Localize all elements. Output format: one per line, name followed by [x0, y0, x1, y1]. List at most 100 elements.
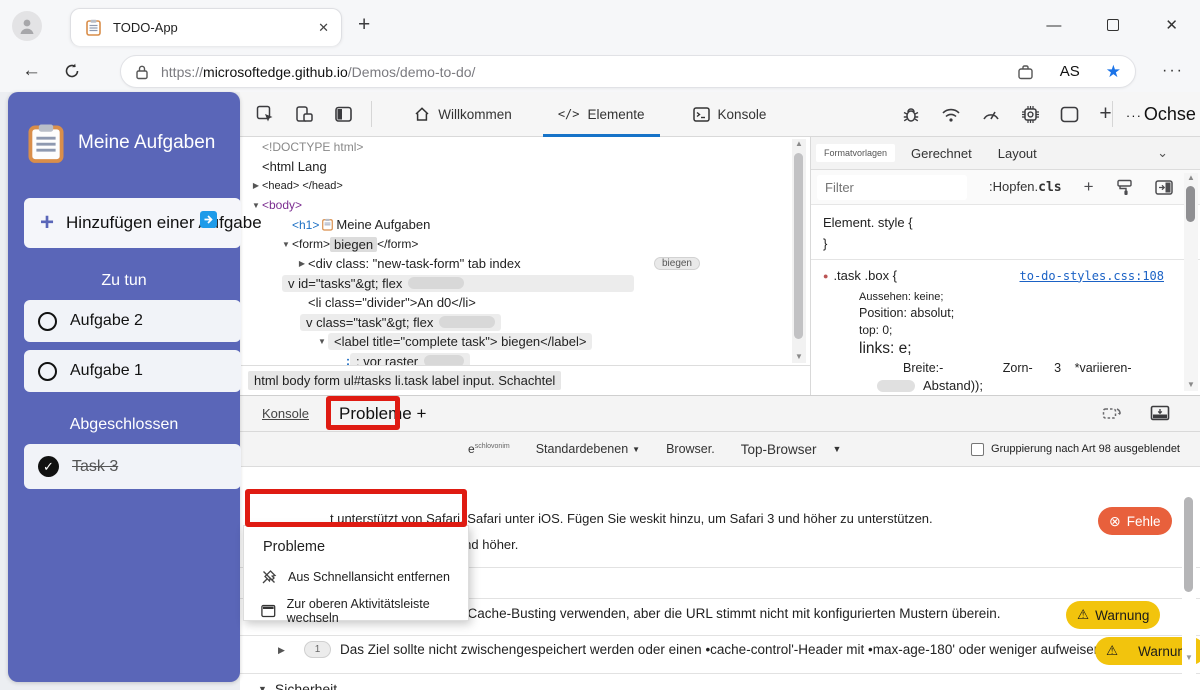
maximize-button[interactable] — [1107, 19, 1119, 31]
device-emulation-icon[interactable] — [295, 105, 314, 124]
stylesheet-link[interactable]: to-do-styles.css:108 — [1020, 269, 1165, 283]
dom-form-close[interactable]: </form> — [377, 237, 418, 251]
dom-form-flex[interactable]: biegen — [330, 237, 377, 252]
collapse-arrow-icon[interactable]: ▼ — [250, 201, 262, 210]
dom-scrollbar[interactable]: ▲ ▼ — [792, 139, 806, 363]
collections-icon[interactable] — [1017, 64, 1034, 80]
collapse-arrow-icon[interactable]: ▼ — [258, 684, 267, 690]
task-label: Aufgabe 1 — [70, 362, 143, 380]
breadcrumb-path[interactable]: html body form ul#tasks li.task label in… — [248, 371, 561, 390]
performance-icon[interactable] — [981, 106, 1001, 123]
tab-elemente[interactable]: </> Elemente — [543, 92, 660, 137]
tab-close-icon[interactable]: ✕ — [318, 20, 329, 36]
menu-item-remove-quickview[interactable]: Aus Schnellansicht entfernen — [244, 563, 468, 591]
toggle-sidebar-icon[interactable] — [1155, 180, 1173, 195]
back-button[interactable]: ← — [22, 60, 41, 82]
expand-arrow-icon[interactable]: ▶ — [250, 181, 262, 190]
network-conditions-icon[interactable] — [941, 106, 961, 123]
group-by-kind-checkbox[interactable]: Gruppierung nach Art 98 ausgeblendet — [971, 443, 1180, 456]
tab-konsole[interactable]: Konsole — [678, 92, 782, 137]
scroll-thumb[interactable] — [1186, 186, 1195, 222]
scroll-thumb[interactable] — [794, 153, 803, 339]
styles-rules: Element. style { } ● .task .box { to-do-… — [811, 205, 1200, 393]
dom-form-open[interactable]: <form> — [292, 237, 330, 251]
css-prop[interactable]: top: 0; — [859, 323, 1188, 337]
dom-h1-tag[interactable]: <h1> — [292, 218, 319, 232]
tab-layout[interactable]: Layout — [998, 146, 1037, 161]
minimize-button[interactable]: — — [1046, 17, 1061, 34]
dom-head[interactable]: <head> </head> — [262, 180, 343, 192]
add-panel-icon[interactable]: + — [1099, 102, 1111, 126]
expand-arrow-icon[interactable]: ▶ — [278, 645, 285, 656]
element-style-open[interactable]: Element. style { — [823, 215, 1188, 230]
dom-before-pseudo[interactable]: : vor raster — [350, 353, 470, 365]
default-levels-dropdown[interactable]: Standardebenen▼ — [536, 442, 640, 456]
scroll-down-icon[interactable]: ▼ — [1182, 653, 1196, 662]
dom-li-task[interactable]: v class="task"&gt; flex — [300, 314, 501, 331]
favorite-star-icon[interactable]: ★ — [1106, 62, 1121, 82]
dom-ul-tasks[interactable]: v id="tasks"&gt; flex — [282, 275, 634, 292]
collapse-arrow-icon[interactable]: ▼ — [280, 240, 292, 249]
scroll-down-icon[interactable]: ▼ — [792, 352, 806, 361]
dock-drawer-icon[interactable] — [1150, 405, 1170, 421]
dom-doctype[interactable]: <!DOCTYPE html> — [262, 140, 363, 154]
checkbox-icon[interactable] — [971, 443, 984, 456]
drawer-tab-konsole[interactable]: Konsole — [262, 406, 309, 421]
flex-badge[interactable]: biegen — [654, 257, 700, 270]
task-checked-icon[interactable]: ✓ — [38, 456, 59, 477]
dock-side-icon[interactable] — [334, 105, 353, 124]
css-prop[interactable]: Aussehen: keine; — [859, 291, 1188, 303]
css-prop[interactable]: Abstand)); — [859, 378, 1188, 393]
scroll-up-icon[interactable]: ▲ — [792, 139, 806, 148]
task-checkbox[interactable] — [38, 312, 57, 331]
dom-div-newtaskform[interactable]: <div class: "new-task-form" tab index — [308, 256, 521, 271]
layout-panel-icon[interactable] — [1060, 106, 1079, 123]
browser-tab[interactable]: TODO-App ✕ — [70, 8, 342, 46]
devtools-more-menu[interactable]: ··· Ochse — [1126, 104, 1196, 125]
top-browser-dropdown[interactable]: Top-Browser▼ — [741, 442, 842, 457]
new-tab-button[interactable]: + — [358, 13, 370, 37]
collapse-arrow-icon[interactable]: ▼ — [316, 337, 328, 346]
task-item-done[interactable]: ✓ Task 3 — [24, 444, 241, 489]
styles-filter-input[interactable] — [817, 175, 967, 200]
refresh-button[interactable] — [63, 62, 81, 80]
styles-scrollbar[interactable]: ▲ ▼ — [1184, 173, 1198, 391]
issue-warning-text[interactable]: Das Ziel sollte nicht zwischengespeicher… — [340, 642, 1105, 657]
inspect-element-icon[interactable] — [256, 105, 275, 124]
task-checkbox[interactable] — [38, 362, 57, 381]
chevron-down-icon[interactable]: ⌄ — [1157, 145, 1168, 161]
dom-label-complete-task[interactable]: <label title="complete task"> biegen</la… — [328, 333, 592, 350]
css-prop-row[interactable]: Breite:- Zorn- 3 *variieren- — [859, 361, 1188, 375]
dom-body[interactable]: <body> — [262, 198, 302, 212]
scroll-thumb[interactable] — [1184, 497, 1193, 592]
scroll-up-icon[interactable]: ▲ — [1184, 173, 1198, 182]
rotate-panel-icon[interactable] — [1102, 405, 1122, 422]
browser-menu-icon[interactable]: ··· — [1162, 62, 1184, 80]
profile-initials[interactable]: AS — [1060, 63, 1080, 80]
dom-html[interactable]: <html Lang — [262, 159, 327, 174]
cpu-icon[interactable] — [1021, 105, 1040, 124]
dom-li-divider[interactable]: <li class="divider">An d0</li> — [308, 295, 476, 310]
css-prop[interactable]: links: e; — [859, 340, 1188, 358]
tab-willkommen[interactable]: Willkommen — [399, 92, 527, 137]
issues-scrollbar[interactable]: ▼ — [1182, 467, 1196, 690]
paintbrush-icon[interactable] — [1116, 179, 1133, 196]
css-prop[interactable]: Position: absolut; — [859, 306, 1188, 320]
tab-formatvorlagen[interactable]: Formatvorlagen — [816, 144, 895, 162]
window-close-button[interactable]: ✕ — [1165, 16, 1178, 34]
scroll-down-icon[interactable]: ▼ — [1184, 380, 1198, 389]
new-style-rule-icon[interactable]: + — [1084, 177, 1094, 197]
address-bar[interactable]: https://microsoftedge.github.io/Demos/de… — [120, 55, 1136, 88]
dom-h1-text[interactable]: Meine Aufgaben — [336, 217, 430, 232]
menu-item-move-activitybar[interactable]: Zur oberen Aktivitätsleiste wechseln — [244, 597, 468, 625]
task-item[interactable]: Aufgabe 2 — [24, 300, 241, 342]
profile-avatar[interactable] — [12, 11, 42, 41]
issues-bug-icon[interactable] — [901, 105, 921, 124]
tab-gerechnet[interactable]: Gerechnet — [911, 146, 972, 161]
task-item[interactable]: Aufgabe 1 — [24, 350, 241, 392]
section-partial[interactable]: ▼ Sicherheit — [258, 681, 337, 690]
hov-toggle[interactable]: :Hopfen.cls — [989, 179, 1062, 195]
rule-selector[interactable]: .task .box { — [833, 268, 897, 283]
add-task-button[interactable]: + Hinzufügen einer Aufgabe — [24, 198, 241, 248]
expand-arrow-icon[interactable]: ▶ — [296, 259, 308, 268]
